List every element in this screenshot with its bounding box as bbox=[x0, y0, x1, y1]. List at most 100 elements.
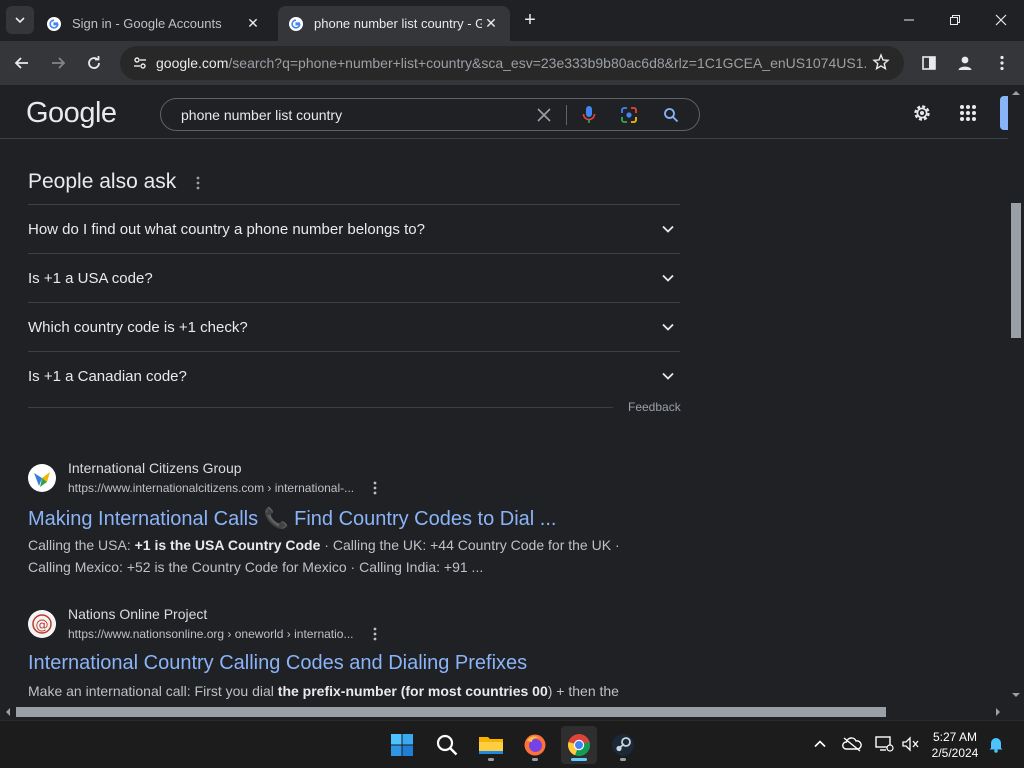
chevron-down-icon bbox=[656, 364, 680, 388]
google-favicon-icon bbox=[289, 16, 303, 31]
sign-in-button-edge[interactable] bbox=[1000, 96, 1008, 130]
close-tab-icon[interactable]: ✕ bbox=[482, 15, 500, 32]
google-logo[interactable]: Google bbox=[26, 97, 117, 130]
volume-muted-icon[interactable] bbox=[899, 733, 921, 755]
folder-icon bbox=[479, 737, 503, 754]
forward-button[interactable] bbox=[43, 48, 73, 78]
tab-title: phone number list country - Go bbox=[314, 16, 482, 31]
taskbar-firefox[interactable] bbox=[517, 726, 553, 764]
scroll-right-arrow-icon[interactable] bbox=[993, 707, 1003, 717]
search-results: People also ask How do I find out what c… bbox=[0, 140, 1008, 704]
google-apps-icon[interactable] bbox=[956, 101, 980, 125]
running-indicator bbox=[620, 758, 626, 761]
vertical-scroll-thumb[interactable] bbox=[1011, 203, 1021, 338]
chevron-down-icon bbox=[656, 315, 680, 339]
new-tab-button[interactable]: + bbox=[518, 8, 542, 32]
notification-bell-icon[interactable] bbox=[985, 733, 1007, 755]
running-indicator bbox=[532, 758, 538, 761]
clock-date: 2/5/2024 bbox=[931, 746, 979, 760]
windows-logo-icon bbox=[391, 734, 413, 756]
network-icon[interactable] bbox=[873, 733, 895, 755]
site-name[interactable]: Nations Online Project bbox=[68, 606, 207, 622]
site-info-icon[interactable] bbox=[130, 53, 150, 73]
more-vert-icon[interactable] bbox=[370, 480, 380, 496]
tab-search-button[interactable] bbox=[6, 6, 34, 34]
google-header: Google phone number list country bbox=[0, 85, 1008, 139]
taskbar-clock[interactable]: 5:27 AM 2/5/2024 bbox=[924, 729, 986, 761]
taskbar-chrome[interactable] bbox=[561, 726, 597, 764]
google-favicon-icon bbox=[47, 16, 61, 31]
horizontal-scroll-thumb[interactable] bbox=[16, 707, 886, 717]
url-text: google.com/search?q=phone+number+list+co… bbox=[156, 55, 866, 71]
settings-gear-icon[interactable] bbox=[910, 101, 934, 125]
profile-button[interactable] bbox=[950, 48, 980, 78]
result-title-link[interactable]: International Country Calling Codes and … bbox=[28, 652, 527, 675]
tab-title: Sign in - Google Accounts bbox=[72, 16, 222, 31]
reload-button[interactable] bbox=[79, 48, 109, 78]
minimize-icon bbox=[904, 19, 914, 21]
minimize-button[interactable] bbox=[886, 0, 932, 40]
site-url[interactable]: https://www.internationalcitizens.com › … bbox=[68, 481, 354, 495]
voice-search-icon[interactable] bbox=[579, 105, 599, 125]
chevron-up-icon bbox=[814, 740, 826, 748]
chevron-down-icon bbox=[15, 17, 25, 24]
lens-search-icon[interactable] bbox=[619, 105, 639, 125]
close-tab-icon[interactable]: ✕ bbox=[244, 15, 262, 32]
more-vert-icon[interactable] bbox=[193, 175, 203, 191]
svg-text:@: @ bbox=[36, 618, 49, 633]
address-bar[interactable]: google.com/search?q=phone+number+list+co… bbox=[120, 46, 904, 80]
url-path: /search?q=phone+number+list+country&sca_… bbox=[228, 55, 866, 71]
side-panel-icon bbox=[922, 56, 936, 70]
windows-start-button[interactable] bbox=[384, 726, 420, 764]
paa-question-text: Is +1 a USA code? bbox=[28, 269, 153, 287]
search-box[interactable]: phone number list country bbox=[160, 98, 700, 131]
feedback-link[interactable]: Feedback bbox=[628, 400, 681, 414]
url-host: google.com bbox=[156, 55, 229, 71]
site-name[interactable]: International Citizens Group bbox=[68, 460, 242, 476]
chevron-down-icon bbox=[656, 217, 680, 241]
restore-icon bbox=[950, 15, 960, 25]
scroll-left-arrow-icon[interactable] bbox=[3, 707, 13, 717]
paa-question-text: How do I find out what country a phone n… bbox=[28, 220, 425, 238]
taskbar-steam[interactable] bbox=[605, 726, 641, 764]
close-window-button[interactable] bbox=[978, 0, 1024, 40]
divider bbox=[28, 407, 613, 408]
bookmark-star-icon[interactable] bbox=[872, 53, 890, 71]
scroll-down-arrow-icon[interactable] bbox=[1011, 690, 1021, 700]
search-icon[interactable] bbox=[661, 105, 681, 125]
paa-question-text: Which country code is +1 check? bbox=[28, 318, 248, 336]
reload-icon bbox=[88, 56, 100, 69]
vertical-scrollbar[interactable] bbox=[1008, 85, 1024, 704]
running-indicator bbox=[488, 758, 494, 761]
tab-strip: Sign in - Google Accounts ✕ phone number… bbox=[0, 0, 1024, 41]
close-icon bbox=[995, 14, 1007, 26]
restore-button[interactable] bbox=[932, 0, 978, 40]
search-input[interactable]: phone number list country bbox=[181, 107, 342, 123]
back-button[interactable] bbox=[7, 48, 37, 78]
clear-search-icon[interactable] bbox=[534, 105, 554, 125]
scroll-up-arrow-icon[interactable] bbox=[1011, 88, 1021, 98]
side-panel-button[interactable] bbox=[914, 48, 944, 78]
site-url[interactable]: https://www.nationsonline.org › oneworld… bbox=[68, 627, 353, 641]
search-result: @ Nations Online Project https://www.nat… bbox=[28, 606, 668, 704]
onedrive-icon[interactable] bbox=[841, 733, 863, 755]
snippet-text: Make an international call: First you di… bbox=[28, 683, 278, 699]
chrome-icon bbox=[568, 734, 590, 757]
more-vert-icon[interactable] bbox=[370, 626, 380, 642]
taskbar-file-explorer[interactable] bbox=[473, 726, 509, 764]
paa-question[interactable]: Is +1 a Canadian code? bbox=[28, 351, 680, 400]
search-icon bbox=[436, 734, 458, 756]
paa-question[interactable]: Is +1 a USA code? bbox=[28, 253, 680, 302]
tab-sign-in[interactable]: Sign in - Google Accounts ✕ bbox=[36, 6, 272, 41]
result-title-link[interactable]: Making International Calls 📞 Find Countr… bbox=[28, 506, 556, 531]
active-indicator bbox=[571, 758, 587, 761]
taskbar-search-button[interactable] bbox=[429, 726, 465, 764]
result-snippet: Calling the USA: +1 is the USA Country C… bbox=[28, 534, 628, 578]
snippet-text: Calling the USA: bbox=[28, 537, 135, 553]
tab-search-results[interactable]: phone number list country - Go ✕ bbox=[278, 6, 510, 41]
show-hidden-icons-button[interactable] bbox=[809, 733, 831, 755]
back-arrow-icon bbox=[14, 57, 28, 69]
browser-menu-button[interactable] bbox=[987, 48, 1017, 78]
paa-question[interactable]: Which country code is +1 check? bbox=[28, 302, 680, 351]
paa-question[interactable]: How do I find out what country a phone n… bbox=[28, 204, 680, 253]
